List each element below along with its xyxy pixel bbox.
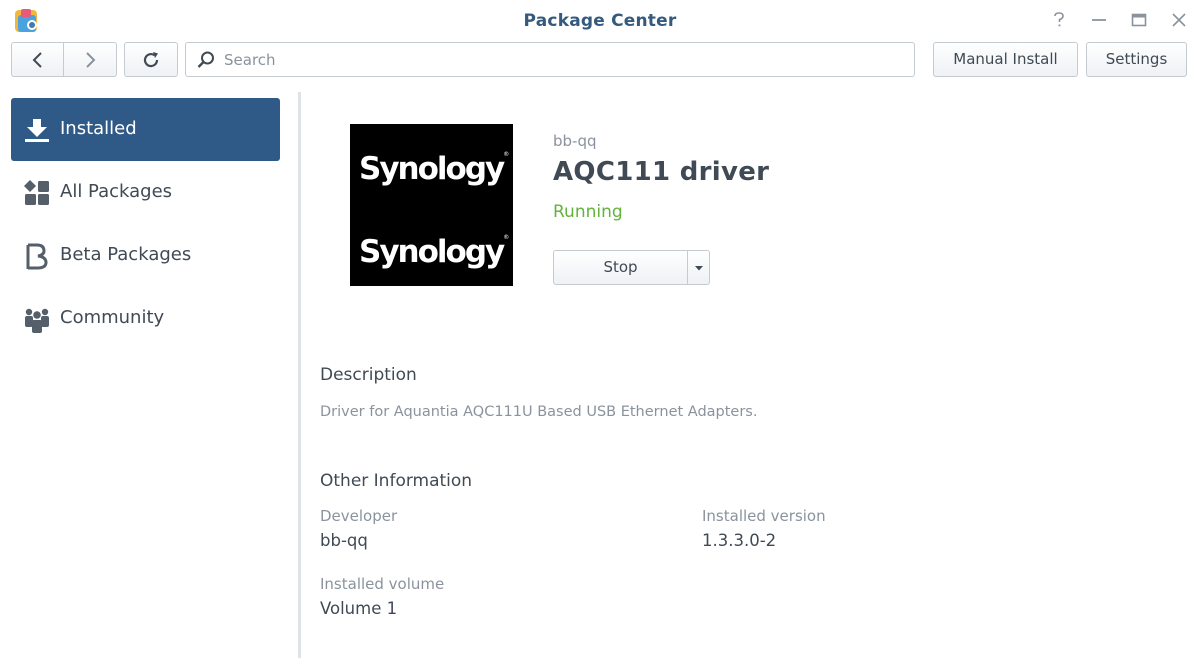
installed-version-label: Installed version [702, 507, 826, 525]
action-dropdown-button[interactable] [687, 250, 710, 285]
description-title: Description [320, 365, 417, 385]
logo-text: Synology® [359, 234, 510, 270]
people-icon [25, 308, 49, 333]
help-icon [1054, 12, 1064, 27]
sidebar-item-community[interactable]: Community [11, 287, 280, 350]
installed-volume-label: Installed volume [320, 575, 445, 593]
caret-down-icon [694, 265, 703, 270]
description-text: Driver for Aquantia AQC111U Based USB Et… [320, 404, 758, 420]
package-developer: bb-qq [553, 132, 597, 150]
forward-button[interactable] [64, 43, 116, 76]
installed-version-value: 1.3.3.0-2 [702, 531, 777, 550]
chevron-left-icon [32, 51, 42, 68]
navigation-button-group [11, 42, 117, 77]
other-information-title: Other Information [320, 471, 473, 491]
maximize-button[interactable] [1129, 10, 1149, 30]
download-icon [25, 119, 49, 142]
maximize-icon [1131, 13, 1147, 27]
sidebar-item-label: All Packages [60, 181, 173, 202]
help-button[interactable] [1049, 10, 1069, 30]
developer-label: Developer [320, 507, 398, 525]
manual-install-button[interactable]: Manual Install [933, 42, 1078, 77]
package-name: AQC111 driver [553, 157, 770, 187]
developer-value: bb-qq [320, 531, 368, 550]
package-logo: Synology® Synology® [350, 124, 513, 286]
sidebar-item-beta-packages[interactable]: Beta Packages [11, 224, 280, 287]
sidebar-item-label: Beta Packages [60, 244, 192, 265]
close-icon [1172, 13, 1186, 27]
search-box [185, 42, 915, 77]
settings-button[interactable]: Settings [1086, 42, 1187, 77]
refresh-icon [143, 51, 159, 67]
refresh-button[interactable] [124, 42, 178, 77]
minimize-icon [1092, 19, 1106, 21]
stop-button[interactable]: Stop [553, 250, 688, 285]
title-bar: Package Center [0, 0, 1200, 40]
installed-volume-value: Volume 1 [320, 599, 398, 618]
search-icon [197, 51, 214, 68]
close-button[interactable] [1169, 10, 1189, 30]
logo-text: Synology® [359, 151, 510, 187]
sidebar: Installed All Packages Beta Packages Com… [0, 88, 298, 658]
chevron-right-icon [86, 51, 96, 68]
back-button[interactable] [12, 43, 64, 76]
beta-icon [26, 243, 48, 270]
sidebar-item-label: Installed [60, 118, 137, 139]
window-title: Package Center [523, 11, 677, 31]
search-input[interactable] [224, 44, 904, 75]
sidebar-item-installed[interactable]: Installed [11, 98, 280, 161]
sidebar-item-all-packages[interactable]: All Packages [11, 161, 280, 224]
package-status: Running [553, 202, 623, 222]
sidebar-divider [298, 92, 301, 658]
sidebar-item-label: Community [60, 307, 165, 328]
grid-icon [24, 180, 49, 205]
minimize-button[interactable] [1089, 10, 1109, 30]
